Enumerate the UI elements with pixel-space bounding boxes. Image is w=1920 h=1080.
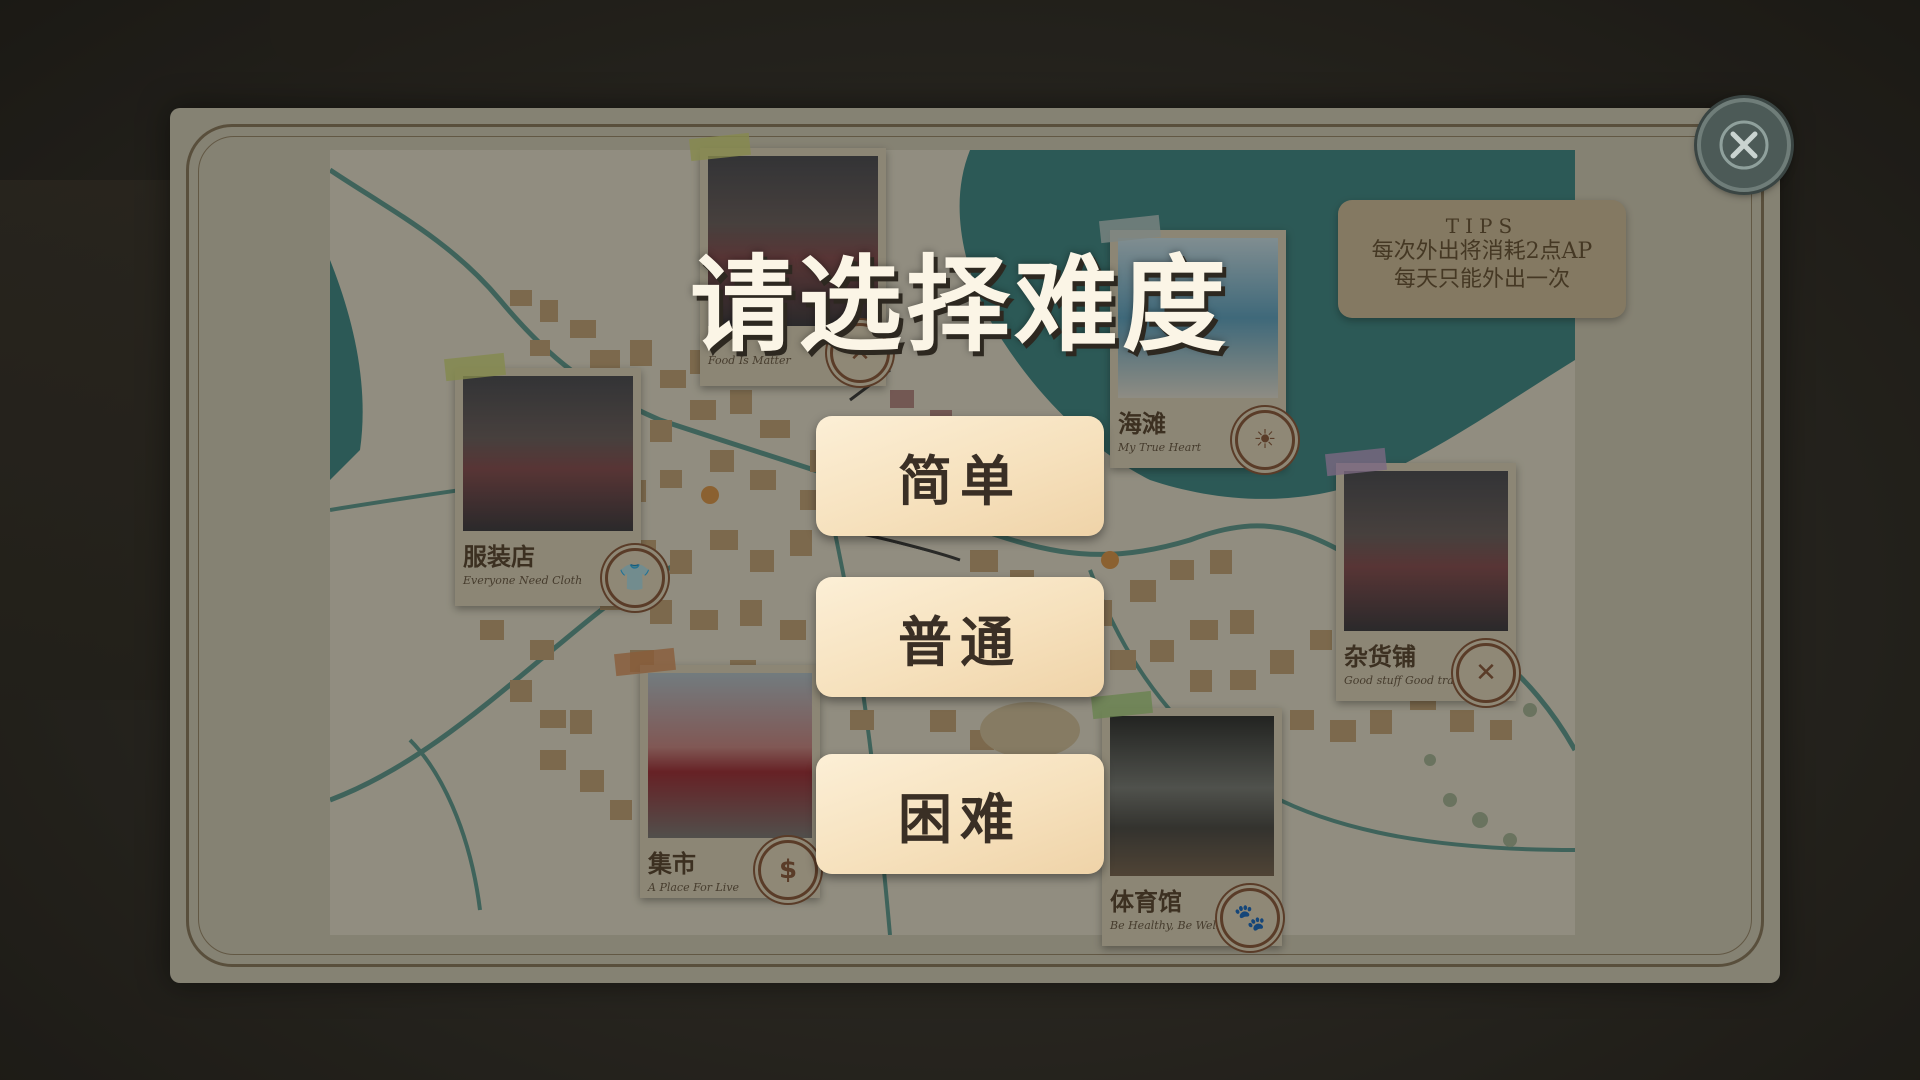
background-shelf bbox=[0, 180, 170, 700]
background-lamp bbox=[270, 0, 360, 70]
dollar-icon: $ bbox=[758, 840, 818, 900]
sun-icon: ☀ bbox=[1235, 410, 1295, 470]
close-icon bbox=[1719, 120, 1769, 170]
tape bbox=[614, 647, 676, 677]
tips-line-1: 每次外出将消耗2点AP bbox=[1371, 239, 1593, 264]
dialog-title: 请选择难度 bbox=[689, 243, 1230, 366]
location-photo bbox=[1110, 716, 1274, 876]
hard-button[interactable]: 困难 bbox=[816, 754, 1104, 874]
location-photo bbox=[463, 376, 633, 531]
normal-button[interactable]: 普通 bbox=[816, 577, 1104, 697]
location-photo bbox=[648, 673, 812, 838]
tools-icon: ✕ bbox=[1456, 643, 1516, 703]
location-card-market[interactable]: 集市 A Place For Live $ bbox=[614, 647, 820, 900]
close-button[interactable] bbox=[1697, 98, 1791, 192]
tips-panel: TIPS 每次外出将消耗2点AP 每天只能外出一次 bbox=[1338, 200, 1626, 318]
easy-button[interactable]: 简单 bbox=[816, 416, 1104, 536]
location-card-gym[interactable]: 体育馆 Be Healthy, Be Well 🐾 bbox=[1091, 690, 1282, 948]
paw-icon: 🐾 bbox=[1220, 888, 1280, 948]
shirt-icon: 👕 bbox=[605, 548, 665, 608]
tips-title: TIPS bbox=[1445, 214, 1519, 238]
location-card-clothing[interactable]: 服装店 Everyone Need Cloth 👕 bbox=[444, 352, 665, 608]
tips-line-2: 每天只能外出一次 bbox=[1393, 267, 1570, 292]
location-card-grocery[interactable]: 杂货铺 Good stuff Good trade ✕ bbox=[1325, 447, 1516, 703]
tape bbox=[1091, 690, 1153, 720]
location-photo bbox=[1344, 471, 1508, 631]
